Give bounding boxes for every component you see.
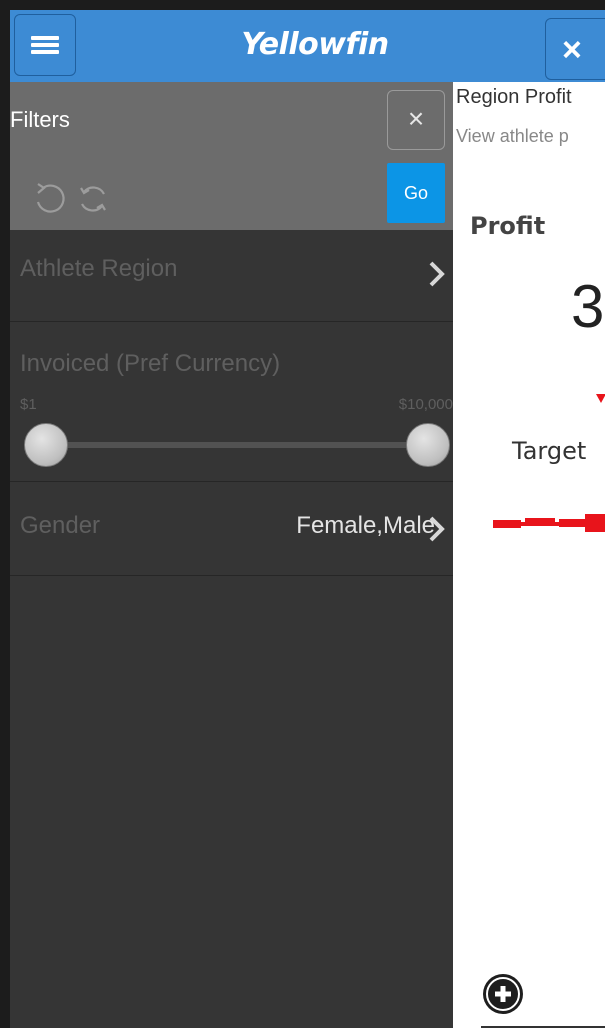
range-slider-track[interactable] <box>46 442 428 448</box>
hamburger-menu-icon <box>31 33 59 57</box>
range-min-label: $1 <box>20 396 37 413</box>
report-panel: Region Profit View athlete p Profit 3 Ta… <box>453 82 605 1028</box>
plus-circle-icon[interactable] <box>481 972 525 1016</box>
slider-min-handle[interactable] <box>24 423 68 467</box>
undo-icon[interactable] <box>32 182 66 216</box>
profit-value: 3 <box>571 273 605 340</box>
gender-value: Female,Male <box>296 512 435 539</box>
range-max-label: $10,000 <box>398 396 453 413</box>
close-icon: × <box>407 103 425 134</box>
filters-header: Filters × Go <box>10 82 453 230</box>
trend-sparkline <box>493 514 605 532</box>
go-button[interactable]: Go <box>387 163 445 223</box>
slider-max-handle[interactable] <box>406 423 450 467</box>
refresh-icon[interactable] <box>76 182 110 216</box>
report-subtitle: View athlete p <box>456 126 569 146</box>
filters-close-button[interactable]: × <box>387 90 445 150</box>
filter-label: Athlete Region <box>20 255 178 282</box>
filters-panel: Filters × Go Athlete Region Invoiced (Pr… <box>10 82 453 1028</box>
filters-title: Filters <box>10 107 70 132</box>
profit-label: Profit <box>470 212 546 240</box>
chevron-right-icon <box>429 516 445 542</box>
brand-logo: Yellowfin <box>241 27 389 62</box>
report-title: Region Profit <box>456 86 572 108</box>
app-window: Yellowfin × Filters × Go Athlete Region <box>0 0 605 1028</box>
top-bar: Yellowfin × <box>10 10 605 82</box>
filter-invoiced: Invoiced (Pref Currency) $1 $10,000 <box>10 322 453 482</box>
close-button[interactable]: × <box>545 18 605 80</box>
filter-athlete-region[interactable]: Athlete Region <box>10 230 453 322</box>
down-arrow-icon <box>596 394 605 403</box>
filter-gender[interactable]: Gender Female,Male <box>10 482 453 576</box>
menu-button[interactable] <box>14 14 76 76</box>
chevron-right-icon <box>429 261 445 287</box>
filter-label: Gender <box>20 512 101 539</box>
close-icon: × <box>562 31 582 69</box>
filter-label: Invoiced (Pref Currency) <box>20 350 281 377</box>
target-label: Target <box>512 437 587 465</box>
